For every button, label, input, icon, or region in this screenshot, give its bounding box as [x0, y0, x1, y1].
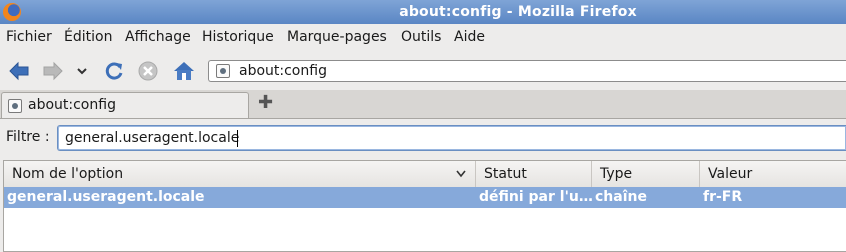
cell-type: chaîne: [595, 189, 647, 205]
back-arrow-icon[interactable]: [8, 60, 32, 82]
stop-icon[interactable]: [137, 60, 161, 82]
window-title: about:config - Mozilla Firefox: [399, 4, 637, 20]
filter-input[interactable]: general.useragent.locale: [57, 125, 846, 151]
column-header-type[interactable]: Type: [592, 161, 700, 187]
tab-label: about:config: [28, 97, 116, 113]
tab-strip: about:config ✚: [0, 90, 846, 119]
navigation-toolbar: about:config: [0, 52, 846, 90]
window-titlebar: about:config - Mozilla Firefox: [0, 0, 846, 24]
table-header: Nom de l'option Statut Type Valeur: [4, 161, 846, 188]
url-text: about:config: [239, 63, 327, 79]
menu-outils[interactable]: Outils: [401, 29, 441, 45]
menu-edition[interactable]: Édition: [64, 29, 112, 45]
home-icon[interactable]: [172, 60, 196, 82]
filter-value: general.useragent.locale: [65, 130, 240, 146]
menu-marque-pages[interactable]: Marque-pages: [287, 29, 387, 45]
forward-arrow-icon[interactable]: [42, 60, 66, 82]
menu-historique[interactable]: Historique: [202, 29, 274, 45]
table-row[interactable]: general.useragent.locale défini par l'u……: [4, 187, 846, 208]
cell-status: défini par l'u…: [479, 189, 593, 205]
menu-aide[interactable]: Aide: [454, 29, 485, 45]
sort-chevron-down-icon: [456, 170, 466, 178]
menu-affichage[interactable]: Affichage: [125, 29, 191, 45]
new-tab-plus-icon[interactable]: ✚: [258, 94, 273, 112]
filter-label: Filtre :: [6, 129, 50, 145]
text-caret: [237, 130, 238, 147]
history-dropdown-icon[interactable]: [74, 60, 90, 82]
filter-row: Filtre : general.useragent.locale: [0, 119, 846, 156]
menubar: Fichier Édition Affichage Historique Mar…: [0, 25, 846, 51]
page-icon: [216, 64, 230, 78]
reload-icon[interactable]: [103, 60, 127, 82]
menu-fichier[interactable]: Fichier: [6, 29, 52, 45]
column-header-status[interactable]: Statut: [476, 161, 592, 187]
tab-about-config[interactable]: about:config: [1, 92, 249, 118]
cell-name: general.useragent.locale: [7, 189, 205, 205]
page-icon: [8, 99, 22, 113]
url-bar[interactable]: about:config: [208, 60, 846, 82]
preferences-table: Nom de l'option Statut Type Valeur gener…: [3, 160, 846, 252]
cell-value: fr-FR: [703, 189, 743, 205]
column-header-name[interactable]: Nom de l'option: [4, 161, 476, 187]
column-header-value[interactable]: Valeur: [700, 161, 846, 187]
